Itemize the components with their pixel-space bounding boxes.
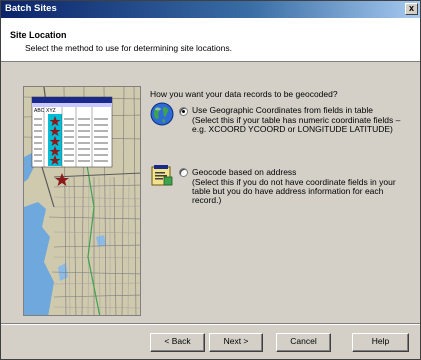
use-coordinates-radio[interactable]: [179, 107, 188, 116]
use-coordinates-option[interactable]: Use Geographic Coordinates from fields i…: [192, 106, 373, 115]
description-line: table but you do have address informatio…: [192, 186, 384, 196]
page-title: Site Location: [10, 30, 67, 40]
geocode-address-description: (Select this if you do not have coordina…: [192, 178, 396, 205]
description-line: e.g. XCOORD YCOORD or LONGITUDE LATITUDE…: [192, 124, 393, 134]
geocode-address-radio[interactable]: [179, 168, 188, 177]
address-document-icon: [151, 165, 173, 186]
preview-column-xyz: XYZ: [46, 108, 56, 114]
map-illustration: ABC XYZ: [24, 87, 140, 315]
use-coordinates-description: (Select this if your table has numeric c…: [192, 116, 400, 134]
geocode-address-label: Geocode based on address: [192, 167, 297, 177]
description-line: record.): [192, 195, 222, 205]
globe-icon: [150, 102, 174, 126]
footer-divider: [1, 323, 420, 325]
page-subtitle: Select the method to use for determining…: [25, 43, 232, 53]
title-bar: Batch Sites x: [1, 1, 420, 18]
use-coordinates-label: Use Geographic Coordinates from fields i…: [192, 105, 373, 115]
next-button[interactable]: Next >: [209, 333, 263, 352]
map-preview-image: ABC XYZ: [23, 86, 141, 316]
close-button[interactable]: x: [405, 3, 418, 15]
geocode-question: How you want your data records to be geo…: [150, 89, 338, 99]
help-button[interactable]: Help: [352, 333, 409, 352]
preview-column-abc: ABC: [34, 108, 45, 114]
cancel-button[interactable]: Cancel: [276, 333, 331, 352]
back-button[interactable]: < Back: [150, 333, 205, 352]
geocode-address-option[interactable]: Geocode based on address: [192, 168, 296, 177]
wizard-header: Site Location Select the method to use f…: [1, 18, 420, 62]
window-title: Batch Sites: [5, 3, 57, 14]
close-icon: x: [408, 3, 414, 13]
batch-sites-dialog: Batch Sites x Site Location Select the m…: [0, 0, 421, 360]
